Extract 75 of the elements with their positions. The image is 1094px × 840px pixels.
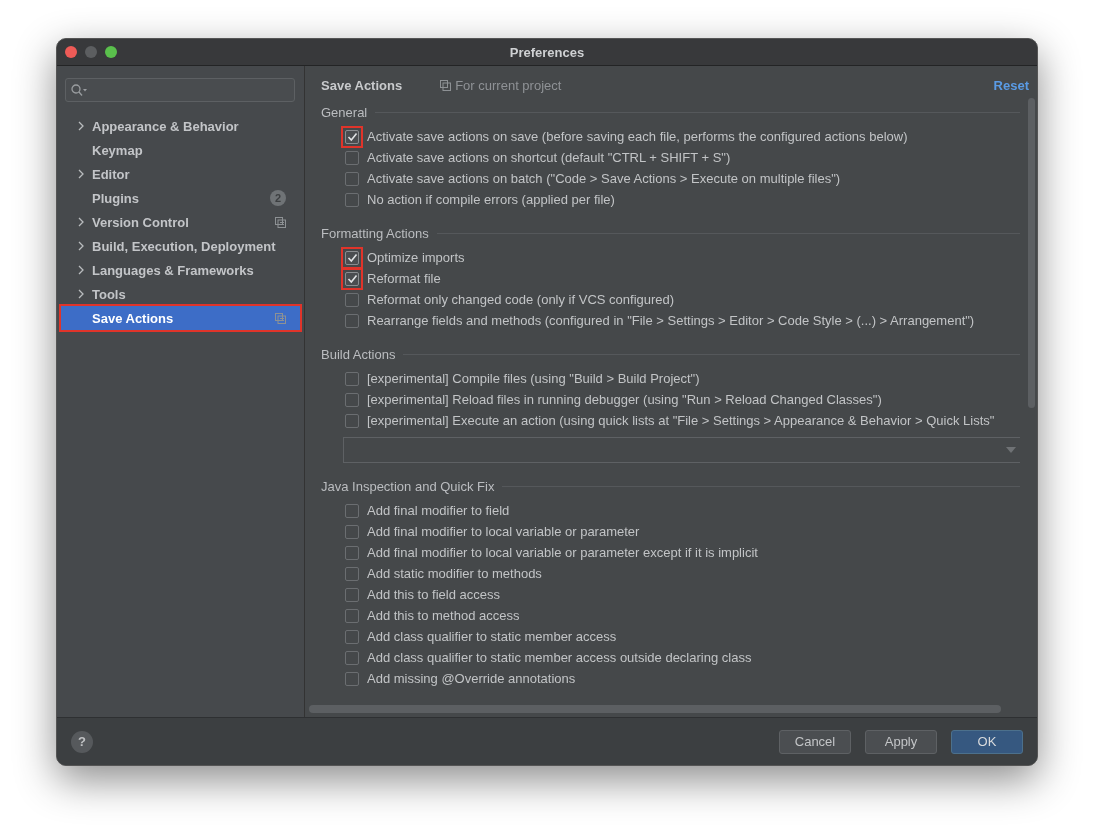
- checkbox[interactable]: [345, 671, 359, 686]
- checkbox-label: [experimental] Execute an action (using quick lists at "File > Settings > Appearance & Behavior > Quick Lists": [367, 413, 995, 428]
- checkbox-label: Add final modifier to local variable or parameter except if it is implicit: [367, 545, 758, 560]
- checkbox[interactable]: [345, 587, 359, 602]
- section-title: Java Inspection and Quick Fix: [321, 478, 495, 494]
- minimize-icon[interactable]: [85, 46, 97, 58]
- checkbox[interactable]: [345, 192, 359, 207]
- sidebar-item[interactable]: Save Actions: [61, 306, 300, 330]
- checkbox-label: Add class qualifier to static member access outside declaring class: [367, 650, 752, 665]
- dialog-button[interactable]: Apply: [865, 729, 937, 754]
- sidebar-item[interactable]: Tools: [61, 282, 300, 306]
- checkbox-label: [experimental] Compile files (using "Build > Build Project"): [367, 371, 700, 386]
- checkbox-label: Activate save actions on save (before saving each file, performs the configured actions below): [367, 129, 908, 144]
- checkbox-label: Activate save actions on shortcut (default "CTRL + SHIFT + S"): [367, 150, 731, 165]
- search-field[interactable]: [65, 78, 295, 102]
- chevron-icon: [77, 121, 85, 131]
- chevron-icon: [77, 289, 85, 299]
- checkbox[interactable]: [345, 566, 359, 581]
- checkbox[interactable]: [345, 524, 359, 539]
- search-icon: [71, 84, 87, 96]
- close-icon[interactable]: [65, 46, 77, 58]
- checkbox-label: [experimental] Reload files in running debugger (using "Run > Reload Changed Classes"): [367, 392, 882, 407]
- checkbox[interactable]: [345, 392, 359, 407]
- help-button[interactable]: ?: [71, 730, 93, 753]
- page-title: Save Actions: [321, 77, 403, 93]
- checkbox-label: Add class qualifier to static member access: [367, 629, 617, 644]
- horizontal-scrollbar[interactable]: [309, 705, 1001, 713]
- checkbox-label: Add this to field access: [367, 587, 500, 602]
- sidebar-item[interactable]: Build, Execution, Deployment: [61, 234, 300, 258]
- checkbox-label: Rearrange fields and methods (configured in "File > Settings > Editor > Code Style > (...) > Arrangement"): [367, 313, 975, 328]
- section-title: Formatting Actions: [321, 225, 429, 241]
- checkbox-label: Add final modifier to local variable or parameter: [367, 524, 640, 539]
- zoom-icon[interactable]: [105, 46, 117, 58]
- sidebar-item[interactable]: Keymap: [61, 138, 300, 162]
- chevron-icon: [77, 265, 85, 275]
- checkbox[interactable]: [345, 171, 359, 186]
- copy-icon: [440, 79, 452, 91]
- section-title: Build Actions: [321, 346, 396, 362]
- chevron-icon: [77, 169, 85, 179]
- chevron-icon: [77, 217, 85, 227]
- ok-button[interactable]: OK: [951, 729, 1023, 754]
- dialog-button[interactable]: Cancel: [779, 729, 851, 754]
- checkbox-label: No action if compile errors (applied per file): [367, 192, 615, 207]
- caret-icon: [1006, 447, 1016, 453]
- chevron-icon: [77, 241, 85, 251]
- checkbox[interactable]: [345, 650, 359, 665]
- checkbox-label: Add static modifier to methods: [367, 566, 542, 581]
- checkbox[interactable]: [345, 629, 359, 644]
- checkbox-label: Reformat only changed code (only if VCS configured): [367, 292, 675, 307]
- checkbox-label: Add missing @Override annotations: [367, 671, 576, 686]
- copy-icon: [275, 216, 286, 228]
- checkbox-label: Activate save actions on batch ("Code > Save Actions > Execute on multiple files"): [367, 171, 841, 186]
- checkbox[interactable]: [345, 608, 359, 623]
- checkbox[interactable]: [345, 150, 359, 165]
- checkbox[interactable]: [345, 313, 359, 328]
- sidebar-item[interactable]: Editor: [61, 162, 300, 186]
- section-title: General: [321, 104, 368, 120]
- checkbox[interactable]: [345, 503, 359, 518]
- scope-label: For current project: [455, 77, 562, 93]
- vertical-scrollbar[interactable]: [1028, 98, 1035, 408]
- sidebar-item[interactable]: Languages & Frameworks: [61, 258, 300, 282]
- sidebar-item[interactable]: Version Control: [61, 210, 300, 234]
- sidebar-item[interactable]: Appearance & Behavior: [61, 114, 300, 138]
- checkbox-label: Add final modifier to field: [367, 503, 510, 518]
- action-dropdown[interactable]: [343, 437, 1020, 463]
- checkbox[interactable]: [345, 545, 359, 560]
- copy-icon: [275, 312, 286, 324]
- checkbox[interactable]: [345, 292, 359, 307]
- reset-link[interactable]: Reset: [993, 77, 1029, 93]
- checkbox-label: Add this to method access: [367, 608, 520, 623]
- checkbox[interactable]: [345, 413, 359, 428]
- checkbox-label: Optimize imports: [367, 250, 465, 265]
- window-title: Preferences: [509, 44, 585, 60]
- checkbox[interactable]: [345, 371, 359, 386]
- checkbox-label: Reformat file: [367, 271, 441, 286]
